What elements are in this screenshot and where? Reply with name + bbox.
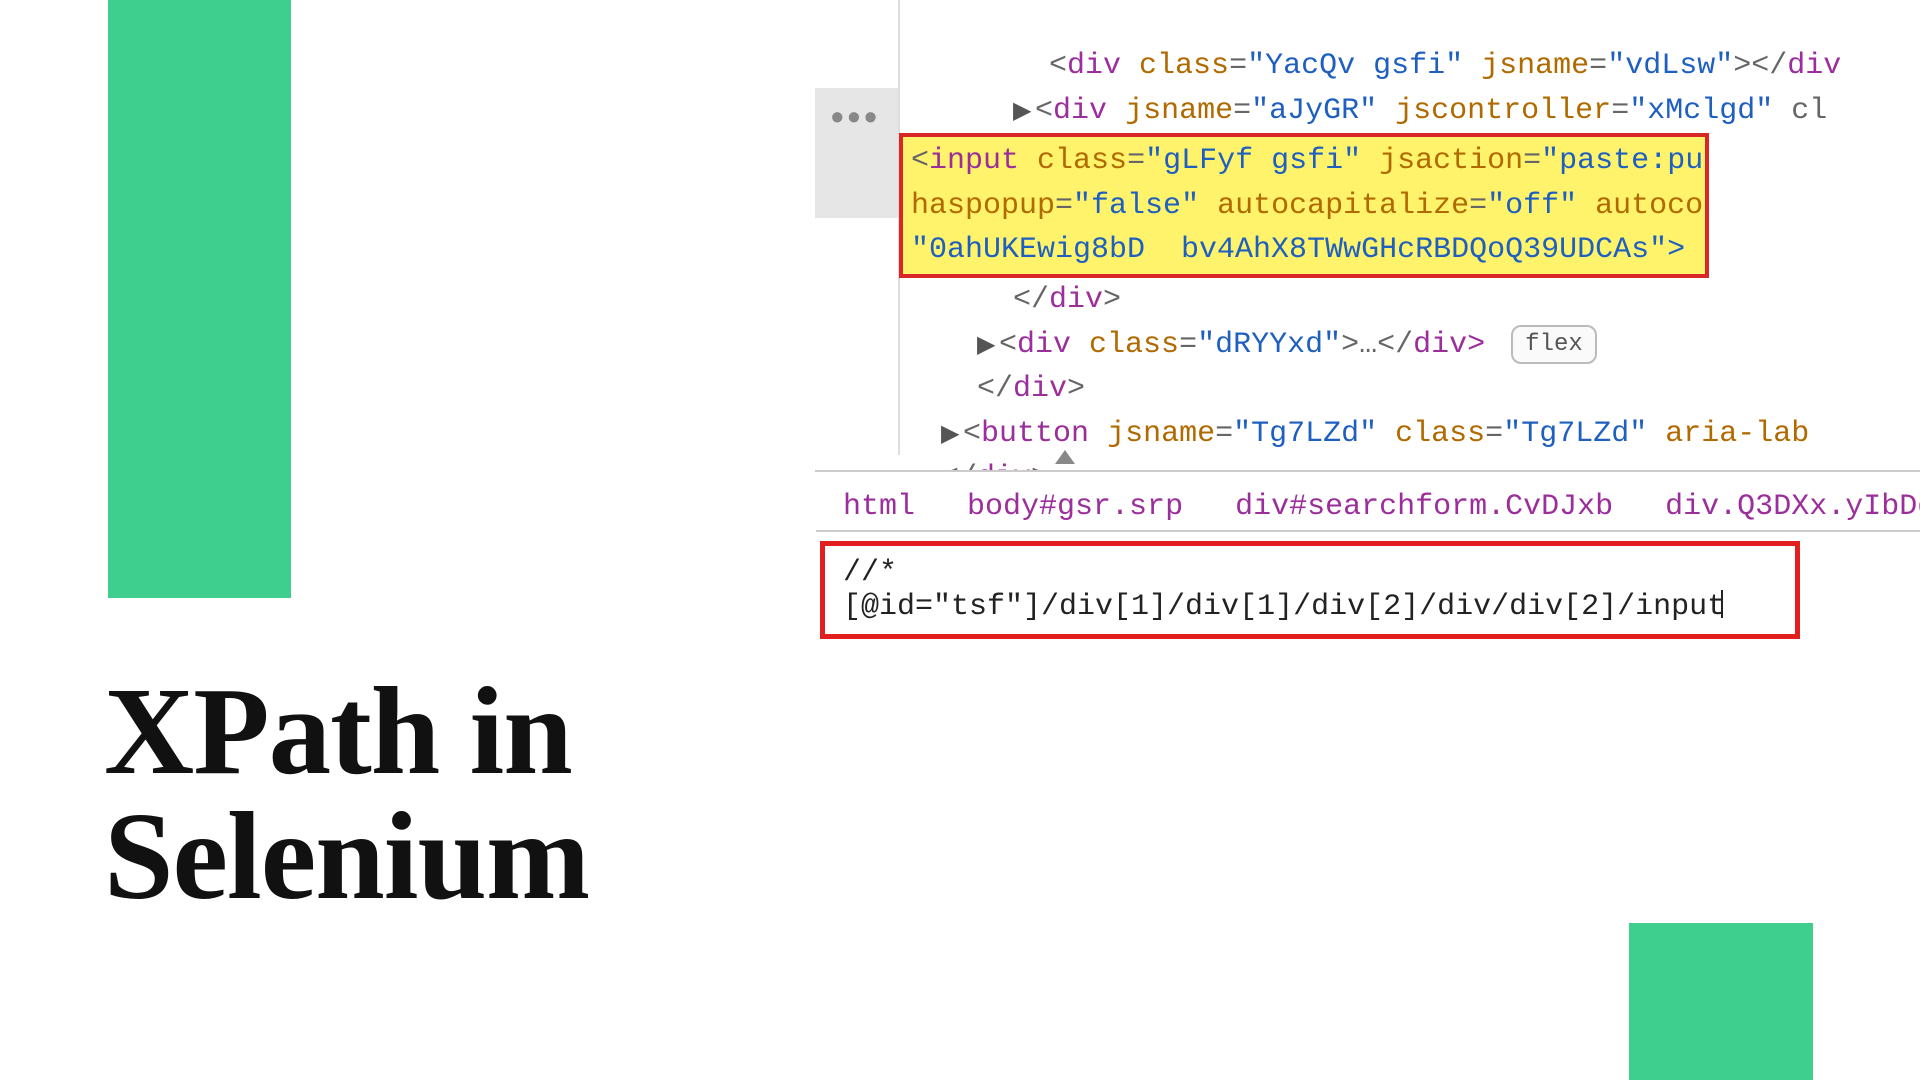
- code-punct: <: [1035, 94, 1053, 128]
- xpath-search-input[interactable]: //*[@id="tsf"]/div[1]/div[1]/div[2]/div/…: [820, 541, 1800, 639]
- code-indent: [905, 328, 977, 362]
- gutter-ellipsis-icon: •••: [831, 96, 881, 138]
- code-attr: class: [1377, 417, 1485, 451]
- code-punct: <: [999, 328, 1017, 362]
- code-attr: jsname: [1089, 417, 1215, 451]
- code-attr: jsname: [1463, 49, 1589, 83]
- code-punct: =: [1229, 49, 1247, 83]
- title-line-2: Selenium: [104, 788, 589, 926]
- code-val: "YacQv gsfi": [1247, 49, 1463, 83]
- code-close: </: [905, 372, 1013, 406]
- breadcrumb-item[interactable]: html: [843, 490, 915, 524]
- code-indent: [905, 417, 941, 451]
- breadcrumb-item[interactable]: div.Q3DXx.yIbDgf: [1665, 490, 1920, 524]
- code-punct: >: [1067, 372, 1085, 406]
- code-tag: div: [1787, 49, 1841, 83]
- code-attr: jsname: [1107, 94, 1233, 128]
- devtools-search-bar: //*[@id="tsf"]/div[1]/div[1]/div[2]/div/…: [816, 530, 1920, 639]
- code-punct: ></: [1733, 49, 1787, 83]
- code-attr: class: [1071, 328, 1179, 362]
- code-tag: div: [1067, 49, 1121, 83]
- devtools-gutter: •••: [815, 0, 900, 455]
- code-punct: <: [963, 417, 981, 451]
- code-val: "xMclgd": [1629, 94, 1773, 128]
- code-tag: button: [981, 417, 1089, 451]
- code-attr: class: [1121, 49, 1229, 83]
- selected-element-highlight[interactable]: <input class="gLFyf gsfi" jsaction="past…: [899, 133, 1709, 278]
- expand-arrow-icon[interactable]: ▶: [977, 329, 999, 365]
- code-punct: =: [1215, 417, 1233, 451]
- code-punct: =: [1179, 328, 1197, 362]
- expand-arrow-icon[interactable]: ▶: [941, 418, 963, 454]
- text-cursor-icon: [1721, 590, 1723, 618]
- code-val: "dRYYxd": [1197, 328, 1341, 362]
- code-close: </: [905, 283, 1049, 317]
- code-punct: =: [1589, 49, 1607, 83]
- page-title: XPath in Selenium: [104, 670, 589, 920]
- code-punct: =: [1611, 94, 1629, 128]
- code-val: "vdLsw": [1607, 49, 1733, 83]
- code-punct: =: [1485, 417, 1503, 451]
- code-punct: >: [1103, 283, 1121, 317]
- code-attr: aria-lab: [1647, 417, 1809, 451]
- decor-green-top: [108, 0, 291, 598]
- code-text: <: [905, 49, 1067, 83]
- code-val: "aJyGR": [1251, 94, 1377, 128]
- code-tag: div: [1017, 328, 1071, 362]
- code-tag: div>: [1413, 328, 1485, 362]
- flex-badge[interactable]: flex: [1511, 325, 1597, 365]
- breadcrumb-pointer-icon: [1055, 450, 1075, 464]
- title-line-1: XPath in: [104, 663, 572, 801]
- devtools-dom-tree[interactable]: <div class="YacQv gsfi" jsname="vdLsw"><…: [905, 0, 1841, 545]
- expand-arrow-icon[interactable]: ▶: [1013, 95, 1035, 131]
- code-attr: jscontroller: [1377, 94, 1611, 128]
- code-punct: =: [1233, 94, 1251, 128]
- code-val: "0ahUKEwig8bD bv4AhX8TWwGHcRBDQoQ39UDCAs…: [911, 233, 1685, 267]
- xpath-value: //*[@id="tsf"]/div[1]/div[1]/div[2]/div/…: [843, 556, 1725, 624]
- breadcrumb-item[interactable]: div#searchform.CvDJxb: [1235, 490, 1613, 524]
- devtools-breadcrumbs[interactable]: html body#gsr.srp div#searchform.CvDJxb …: [815, 470, 1920, 538]
- code-punct: >…</: [1341, 328, 1413, 362]
- code-tag: div: [1013, 372, 1067, 406]
- code-val: "Tg7LZd": [1503, 417, 1647, 451]
- code-tag: div: [1049, 283, 1103, 317]
- breadcrumb-item[interactable]: body#gsr.srp: [967, 490, 1183, 524]
- code-indent: [905, 94, 1013, 128]
- code-tag: div: [1053, 94, 1107, 128]
- decor-green-bottom: [1629, 923, 1813, 1080]
- code-val: "Tg7LZd": [1233, 417, 1377, 451]
- code-punct: cl: [1773, 94, 1827, 128]
